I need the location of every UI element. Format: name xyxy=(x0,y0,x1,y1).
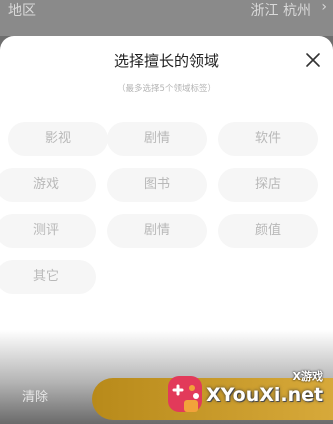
close-button[interactable] xyxy=(303,50,323,70)
tag-chip[interactable]: 软件 xyxy=(218,122,318,156)
tag-chip[interactable]: 游戏 xyxy=(0,168,96,202)
tag-chip[interactable]: 影视 xyxy=(8,122,108,156)
tag-chip[interactable]: 其它 xyxy=(0,260,96,294)
close-icon xyxy=(306,53,320,67)
region-row[interactable]: 地区 浙江 杭州 › xyxy=(0,0,333,36)
chevron-right-icon: › xyxy=(321,0,327,15)
tag-chip[interactable]: 剧情 xyxy=(107,214,207,248)
tag-chip[interactable]: 颜值 xyxy=(218,214,318,248)
tag-chip[interactable]: 测评 xyxy=(0,214,96,248)
sheet-title: 选择擅长的领域 xyxy=(113,52,219,70)
gamepad-logo-icon xyxy=(168,376,202,412)
tag-chip[interactable]: 剧情 xyxy=(107,122,207,156)
clear-button[interactable]: 清除 xyxy=(22,388,62,408)
sheet-subtitle: （最多选择5个领域标签） xyxy=(117,84,216,94)
watermark-small-text: X游戏 xyxy=(292,370,323,383)
region-label: 地区 xyxy=(8,3,36,19)
tag-chip[interactable]: 图书 xyxy=(107,168,207,202)
tag-chip[interactable]: 探店 xyxy=(218,168,318,202)
region-value: 浙江 杭州 xyxy=(250,3,311,19)
watermark-big-text: XYouXi.net xyxy=(206,384,324,406)
watermark: X游戏 XYouXi.net xyxy=(162,366,333,422)
